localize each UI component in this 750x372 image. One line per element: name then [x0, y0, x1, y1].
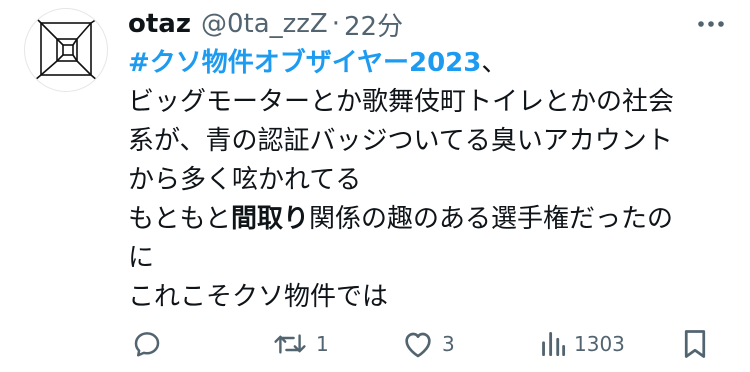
- timestamp[interactable]: 22分: [344, 6, 403, 43]
- separator-dot: ·: [331, 9, 341, 39]
- more-icon[interactable]: [696, 14, 726, 34]
- views-count: 1303: [574, 332, 625, 356]
- tweet-line-2: ビッグモーターとか歌舞伎町トイレとかの社会: [128, 87, 675, 117]
- bookmark-icon: [684, 330, 706, 358]
- author-handle[interactable]: @0ta_zzZ: [201, 9, 328, 39]
- retweet-count: 1: [316, 332, 329, 356]
- tweet-line-4: から多く呟かれてる: [128, 165, 362, 195]
- like-count: 3: [442, 332, 455, 356]
- tweet-line-5: もともと間取り関係の趣のある選手権だったの: [128, 200, 728, 239]
- hashtag-link[interactable]: #クソ物件オブザイヤー2023: [128, 48, 481, 78]
- avatar[interactable]: [24, 8, 108, 92]
- line5-pre: もともと: [128, 204, 231, 234]
- tweet-line-7: これこそクソ物件では: [128, 282, 389, 312]
- hashtag-suffix: 、: [481, 48, 508, 78]
- tweet-line-6: に: [128, 243, 155, 273]
- retweet-button[interactable]: 1: [272, 324, 329, 364]
- like-button[interactable]: 3: [402, 324, 455, 364]
- tesseract-logo-icon: [28, 12, 106, 88]
- views-icon: [542, 331, 566, 357]
- heart-icon: [405, 332, 431, 358]
- tweet[interactable]: otaz @0ta_zzZ · 22分 #クソ物件オブザイヤー2023、 ビッグ…: [0, 0, 750, 372]
- action-bar: 1 3 1303: [128, 324, 728, 364]
- tweet-text: #クソ物件オブザイヤー2023、 ビッグモーターとか歌舞伎町トイレとかの社会 系…: [128, 44, 728, 317]
- tweet-line-3: 系が、青の認証バッジついてる臭いアカウント: [128, 126, 673, 156]
- reply-button[interactable]: [132, 324, 170, 364]
- bookmark-button[interactable]: [682, 324, 708, 364]
- tweet-header: otaz @0ta_zzZ · 22分: [128, 4, 403, 44]
- views-button[interactable]: 1303: [540, 324, 625, 364]
- line5-post: 関係の趣のある選手権だったの: [308, 204, 673, 234]
- line5-bold: 間取り: [230, 204, 309, 234]
- tweet-line-1: #クソ物件オブザイヤー2023、: [128, 44, 728, 83]
- author-name[interactable]: otaz: [128, 9, 191, 39]
- retweet-icon: [274, 334, 306, 354]
- reply-icon: [134, 332, 160, 357]
